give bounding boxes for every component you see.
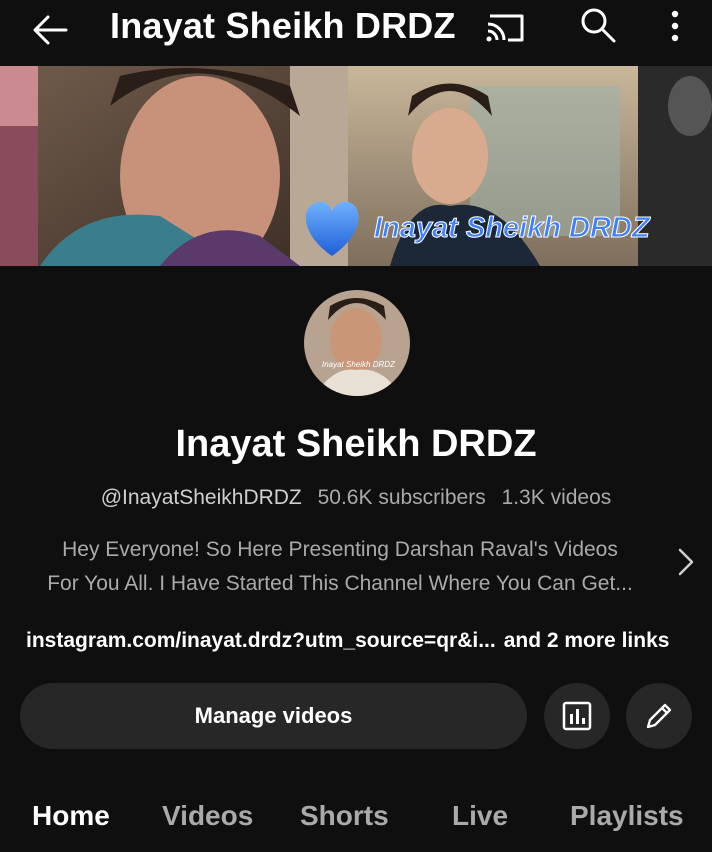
tab-videos[interactable]: Videos — [162, 798, 253, 834]
channel-description[interactable]: Hey Everyone! So Here Presenting Darshan… — [20, 533, 660, 601]
channel-name: Inayat Sheikh DRDZ — [175, 423, 537, 465]
channel-banner: Inayat Sheikh DRDZ — [0, 66, 712, 266]
description-line-1: Hey Everyone! So Here Presenting Darshan… — [62, 538, 618, 561]
analytics-button[interactable] — [544, 683, 610, 749]
tab-live[interactable]: Live — [452, 798, 508, 834]
more-links[interactable]: and 2 more links — [504, 629, 670, 652]
app-bar-title: Inayat Sheikh DRDZ — [110, 5, 456, 46]
avatar-watermark: Inayat Sheikh DRDZ — [322, 360, 395, 369]
channel-handle: @InayatSheikhDRDZ — [100, 486, 302, 509]
search-icon[interactable] — [576, 4, 620, 48]
tab-home[interactable]: Home — [32, 798, 110, 834]
banner-overlay-text: Inayat Sheikh DRDZ — [374, 212, 651, 245]
cast-icon[interactable] — [484, 10, 528, 46]
description-line-2: For You All. I Have Started This Channel… — [47, 572, 633, 595]
pencil-icon — [646, 703, 672, 729]
tab-playlists[interactable]: Playlists — [570, 798, 684, 834]
video-count: 1.3K videos — [501, 486, 612, 509]
more-vert-icon[interactable] — [655, 4, 695, 48]
tab-shorts[interactable]: Shorts — [300, 798, 389, 834]
manage-videos-button[interactable]: Manage videos — [20, 683, 527, 749]
channel-links[interactable]: instagram.com/inayat.drdz?utm_source=qr&… — [26, 627, 669, 655]
channel-avatar[interactable]: Inayat Sheikh DRDZ — [304, 290, 410, 396]
channel-tabs: Home Videos Shorts Live Playlists — [0, 790, 712, 852]
channel-meta: @InayatSheikhDRDZ 50.6K subscribers 1.3K… — [0, 484, 712, 512]
chevron-right-icon[interactable] — [672, 544, 700, 580]
edit-channel-button[interactable] — [626, 683, 692, 749]
channel-link[interactable]: instagram.com/inayat.drdz?utm_source=qr&… — [26, 629, 496, 652]
top-app-bar: Inayat Sheikh DRDZ — [0, 0, 712, 62]
analytics-icon — [562, 701, 592, 731]
back-arrow-icon[interactable] — [28, 8, 72, 52]
subscriber-count: 50.6K subscribers — [317, 486, 486, 509]
